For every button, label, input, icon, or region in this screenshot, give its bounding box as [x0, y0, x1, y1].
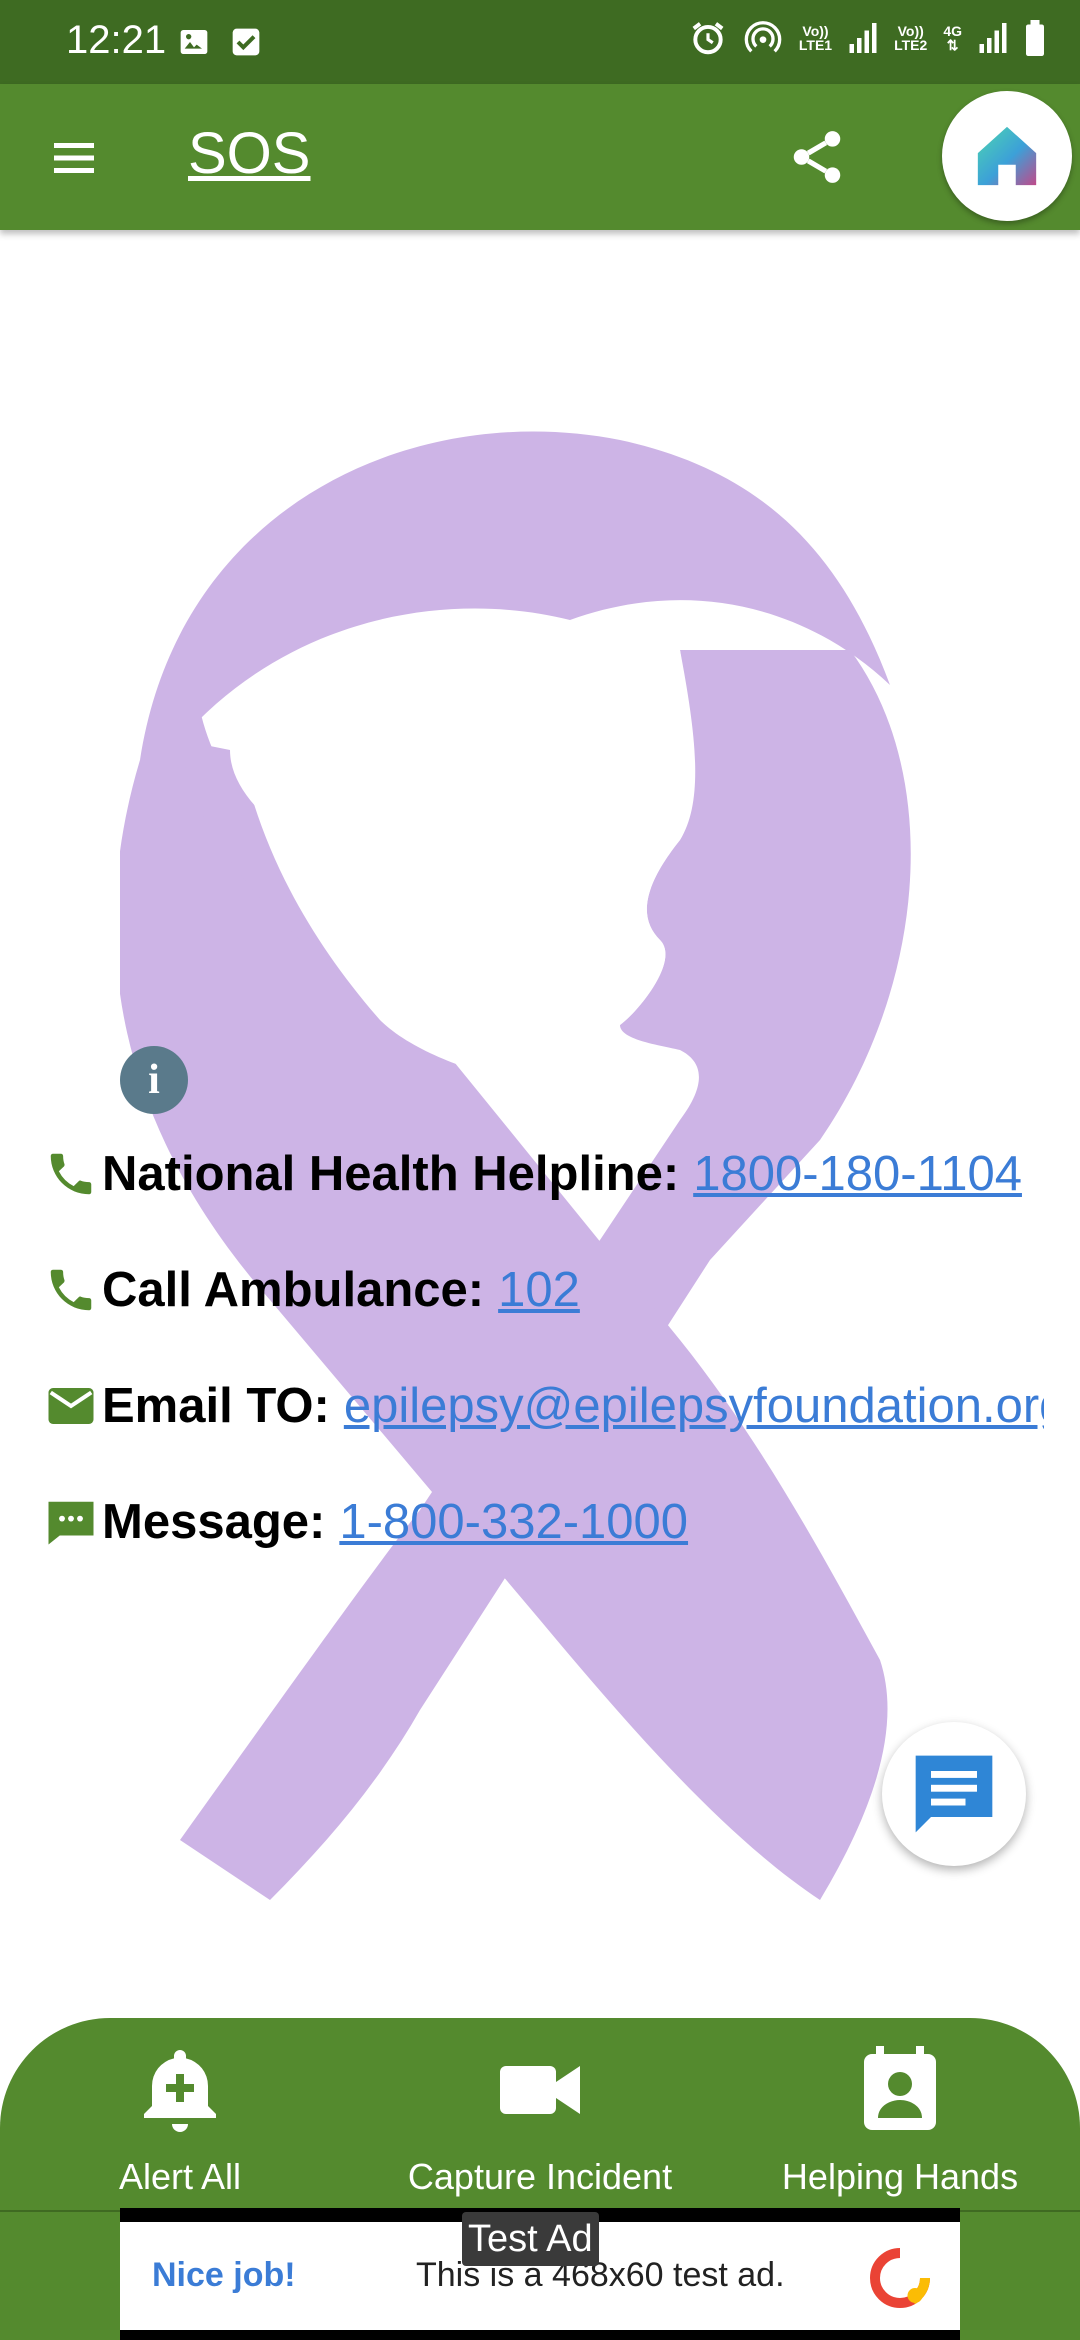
contact-label: Call Ambulance: — [102, 1263, 485, 1317]
contact-row-email: Email TO: epilepsy@epilepsyfoundation.or… — [44, 1366, 1044, 1446]
network-sim1: Vo)) LTE1 — [798, 23, 833, 53]
nav-label: Alert All — [118, 2156, 242, 2197]
contact-row-ambulance: Call Ambulance: 102 — [44, 1250, 1044, 1330]
alarm-icon — [692, 22, 724, 55]
signal-icon-2 — [979, 23, 1007, 53]
nav-alert-all[interactable]: Alert All — [30, 2042, 330, 2198]
contact-label: Email TO: — [102, 1379, 330, 1433]
phone-icon — [50, 1269, 92, 1311]
menu-icon[interactable] — [42, 128, 106, 188]
nav-helping-hands[interactable]: Helping Hands — [750, 2042, 1050, 2198]
email-icon — [48, 1388, 94, 1424]
system-icons: Vo)) LTE1 Vo)) LTE2 4G ⇅ — [689, 18, 1046, 58]
share-icon[interactable] — [786, 126, 848, 188]
info-icon[interactable]: i — [120, 1046, 188, 1114]
contact-row-message: Message: 1-800-332-1000 — [44, 1482, 1044, 1562]
contact-row-national-helpline: National Health Helpline: 1800-180-1104 — [44, 1134, 1044, 1214]
email-link[interactable]: epilepsy@epilepsyfoundation.org — [344, 1378, 1044, 1434]
page-title: SOS — [188, 121, 311, 186]
test-ad-label: Test Ad — [462, 2212, 599, 2266]
status-bar: 12:21 Vo)) LTE1 Vo)) LTE2 4G ⇅ — [0, 0, 1080, 84]
message-number-link[interactable]: 1-800-332-1000 — [339, 1494, 688, 1550]
ambulance-number-link[interactable]: 102 — [498, 1262, 580, 1318]
bell-plus-icon — [144, 2050, 216, 2132]
contact-label: National Health Helpline: — [102, 1147, 680, 1201]
chat-icon — [915, 1755, 993, 1833]
nav-capture-incident[interactable]: Capture Incident — [390, 2042, 690, 2198]
home-icon — [977, 126, 1037, 186]
helpline-number-link[interactable]: 1800-180-1104 — [693, 1146, 1022, 1202]
status-time: 12:21 — [66, 18, 167, 62]
nav-label: Helping Hands — [781, 2156, 1019, 2197]
video-camera-icon — [500, 2066, 580, 2114]
app-bar: SOS — [0, 84, 1080, 230]
image-icon — [180, 30, 208, 54]
phone-icon — [50, 1153, 92, 1195]
signal-icon-1 — [849, 23, 877, 53]
network-sim2: Vo)) LTE2 — [894, 23, 928, 53]
contact-label: Message: — [102, 1495, 326, 1549]
ad-choices-logo-icon — [870, 2248, 930, 2308]
chat-button[interactable] — [882, 1722, 1026, 1866]
contact-badge-icon — [864, 2046, 936, 2130]
hotspot-icon — [744, 21, 782, 53]
message-icon — [48, 1501, 94, 1545]
checkbox-icon — [232, 28, 260, 56]
ad-headline: Nice job! — [152, 2256, 296, 2294]
battery-icon — [1026, 20, 1044, 56]
home-button[interactable] — [942, 91, 1072, 221]
nav-label: Capture Incident — [407, 2156, 673, 2197]
network-type: 4G ⇅ — [943, 23, 962, 53]
notification-icons — [178, 26, 262, 58]
